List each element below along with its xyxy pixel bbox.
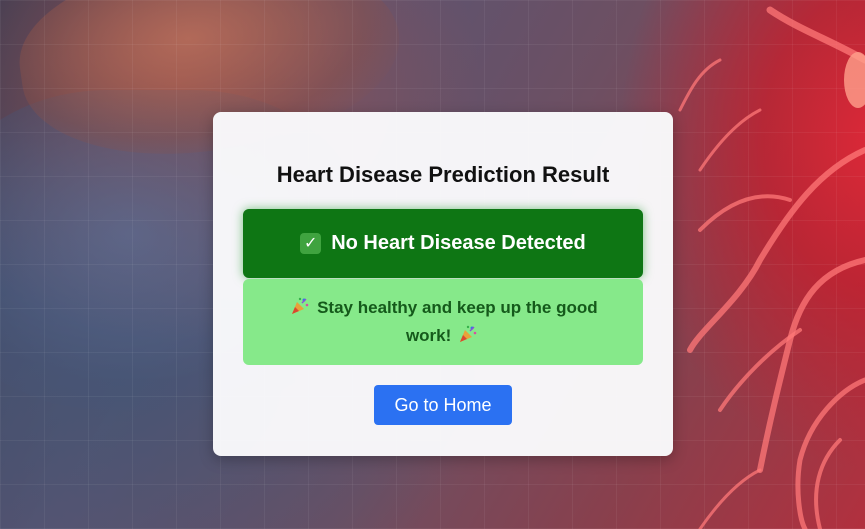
result-card: Heart Disease Prediction Result ✓ No Hea… [213, 112, 673, 456]
result-status-banner: ✓ No Heart Disease Detected [243, 209, 643, 278]
go-to-home-button[interactable]: Go to Home [374, 385, 512, 425]
party-popper-icon [460, 325, 477, 342]
result-message: Stay healthy and keep up the good work! [273, 294, 613, 350]
party-popper-icon [292, 297, 309, 314]
check-mark-icon: ✓ [300, 233, 322, 254]
page-title: Heart Disease Prediction Result [276, 162, 610, 187]
result-status-label: No Heart Disease Detected [331, 232, 586, 254]
result-message-box: Stay healthy and keep up the good work! [243, 279, 643, 365]
